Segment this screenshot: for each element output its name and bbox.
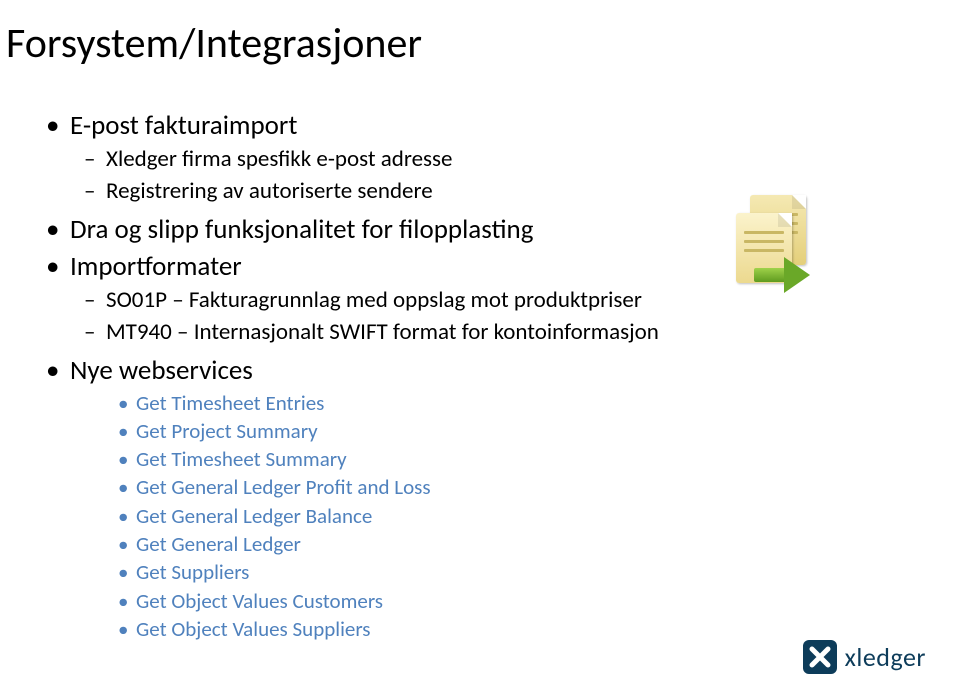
bullet-webservices: Nye webservices Get Timesheet Entries Ge… [40, 354, 920, 643]
ws-item: Get Object Values Customers [110, 588, 920, 615]
ws-item: Get General Ledger [110, 531, 920, 558]
sub-item: MT940 – Internasjonalt SWIFT format for … [70, 318, 920, 348]
logo-mark-icon [803, 640, 837, 674]
bullet-label: Nye webservices [70, 354, 253, 387]
bullet-list: E-post fakturaimport Xledger firma spesf… [40, 109, 920, 643]
sub-item: Xledger firma spesfikk e-post adresse [70, 145, 920, 175]
bullet-epost: E-post fakturaimport Xledger firma spesf… [40, 109, 920, 207]
slide-title: Forsystem/Integrasjoner [6, 18, 920, 69]
ws-item: Get General Ledger Profit and Loss [110, 474, 920, 501]
webservices-list: Get Timesheet Entries Get Project Summar… [110, 390, 920, 644]
bullet-label: Dra og slipp funksjonalitet for filoppla… [70, 213, 533, 246]
ws-item: Get General Ledger Balance [110, 503, 920, 530]
brand-logo: xledger [803, 640, 926, 674]
bullet-label: Importformater [70, 250, 242, 283]
ws-item: Get Timesheet Entries [110, 390, 920, 417]
bullet-label: E-post fakturaimport [70, 109, 297, 142]
slide: Forsystem/Integrasjoner E-post fakturaim… [0, 0, 960, 696]
arrow-right-icon [754, 257, 812, 293]
ws-item: Get Timesheet Summary [110, 446, 920, 473]
ws-item: Get Suppliers [110, 559, 920, 586]
documents-transfer-icon [730, 195, 840, 305]
ws-item: Get Object Values Suppliers [110, 616, 920, 643]
logo-text: xledger [845, 641, 926, 673]
ws-item: Get Project Summary [110, 418, 920, 445]
